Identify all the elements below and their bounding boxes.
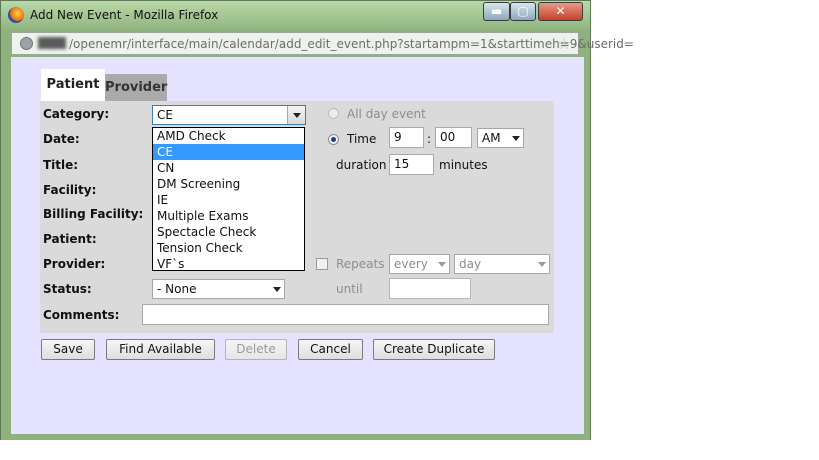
save-button[interactable]: Save [41,339,95,360]
repeat-every-value: every [394,257,428,271]
minutes-label: minutes [439,158,488,172]
browser-window: Add New Event - Mozilla Firefox ▬ ▢ ✕ /o… [0,0,634,440]
category-option-highlighted[interactable]: CE [153,144,304,160]
category-value: CE [157,108,173,122]
comments-input[interactable] [142,304,549,325]
repeat-every-select[interactable]: every [389,254,450,274]
chevron-down-icon [538,262,546,267]
cancel-button[interactable]: Cancel [298,339,363,360]
tab-provider[interactable]: Provider [105,74,167,101]
create-duplicate-button[interactable]: Create Duplicate [373,339,495,360]
date-label: Date: [43,132,80,146]
window-titlebar[interactable]: Add New Event - Mozilla Firefox ▬ ▢ ✕ [1,1,590,31]
title-label: Title: [43,158,79,172]
status-select[interactable]: - None [152,279,285,299]
delete-button[interactable]: Delete [225,339,287,360]
until-input[interactable] [389,278,471,299]
status-value: - None [157,282,197,296]
category-option[interactable]: CN [153,160,304,176]
minimize-button[interactable]: ▬ [483,2,510,21]
find-available-button[interactable]: Find Available [106,339,215,360]
category-label: Category: [43,107,110,121]
close-button[interactable]: ✕ [538,2,583,21]
category-dropdown-button[interactable] [287,106,305,124]
status-label: Status: [43,282,92,296]
ampm-select[interactable]: AM [477,128,524,148]
repeat-unit-select[interactable]: day [454,254,550,274]
category-option[interactable]: Spectacle Check [153,224,304,240]
star-icon[interactable]: ☆ [557,34,571,53]
event-form-panel: Category: Date: Title: Facility: Billing… [40,101,554,333]
all-day-label: All day event [347,107,426,121]
patient-label: Patient: [43,232,97,246]
repeats-checkbox[interactable] [316,258,328,270]
chevron-down-icon [438,262,446,267]
time-separator: : [427,132,432,146]
provider-label: Provider: [43,257,106,271]
window-title: Add New Event - Mozilla Firefox [30,8,219,22]
repeat-unit-value: day [459,257,482,271]
duration-label: duration [336,158,387,172]
hour-input[interactable]: 9 [389,127,424,148]
minute-input[interactable]: 00 [435,127,472,148]
firefox-icon [8,7,24,23]
repeats-label: Repeats [336,257,385,271]
window-frame-bottom [1,434,590,440]
category-dropdown-list: AMD Check CE CN DM Screening IE Multiple… [152,127,305,271]
address-bar[interactable]: /openemr/interface/main/calendar/add_edi… [11,32,634,55]
until-label: until [336,282,363,296]
url-text: /openemr/interface/main/calendar/add_edi… [69,37,634,51]
comments-label: Comments: [43,308,120,322]
category-select[interactable]: CE [152,105,306,125]
tab-patient[interactable]: Patient [41,69,105,101]
duration-input[interactable]: 15 [389,154,434,175]
category-option[interactable]: AMD Check [153,128,304,144]
all-day-radio[interactable] [328,108,339,119]
chevron-down-icon [512,136,520,141]
globe-icon [20,37,33,50]
category-option[interactable]: Tension Check [153,240,304,256]
time-radio[interactable] [328,134,339,145]
time-label: Time [347,132,377,146]
facility-label: Facility: [43,183,97,197]
maximize-button[interactable]: ▢ [510,2,536,21]
dialog-content: Patient Provider Category: Date: Title: … [11,57,584,434]
chevron-down-icon [293,113,301,118]
category-option[interactable]: IE [153,192,304,208]
ampm-value: AM [482,131,501,145]
chevron-down-icon [273,287,281,292]
redacted-host [38,37,66,49]
billing-facility-label: Billing Facility: [43,207,144,221]
category-option[interactable]: Multiple Exams [153,208,304,224]
category-option[interactable]: VF`s [153,256,304,272]
category-option[interactable]: DM Screening [153,176,304,192]
